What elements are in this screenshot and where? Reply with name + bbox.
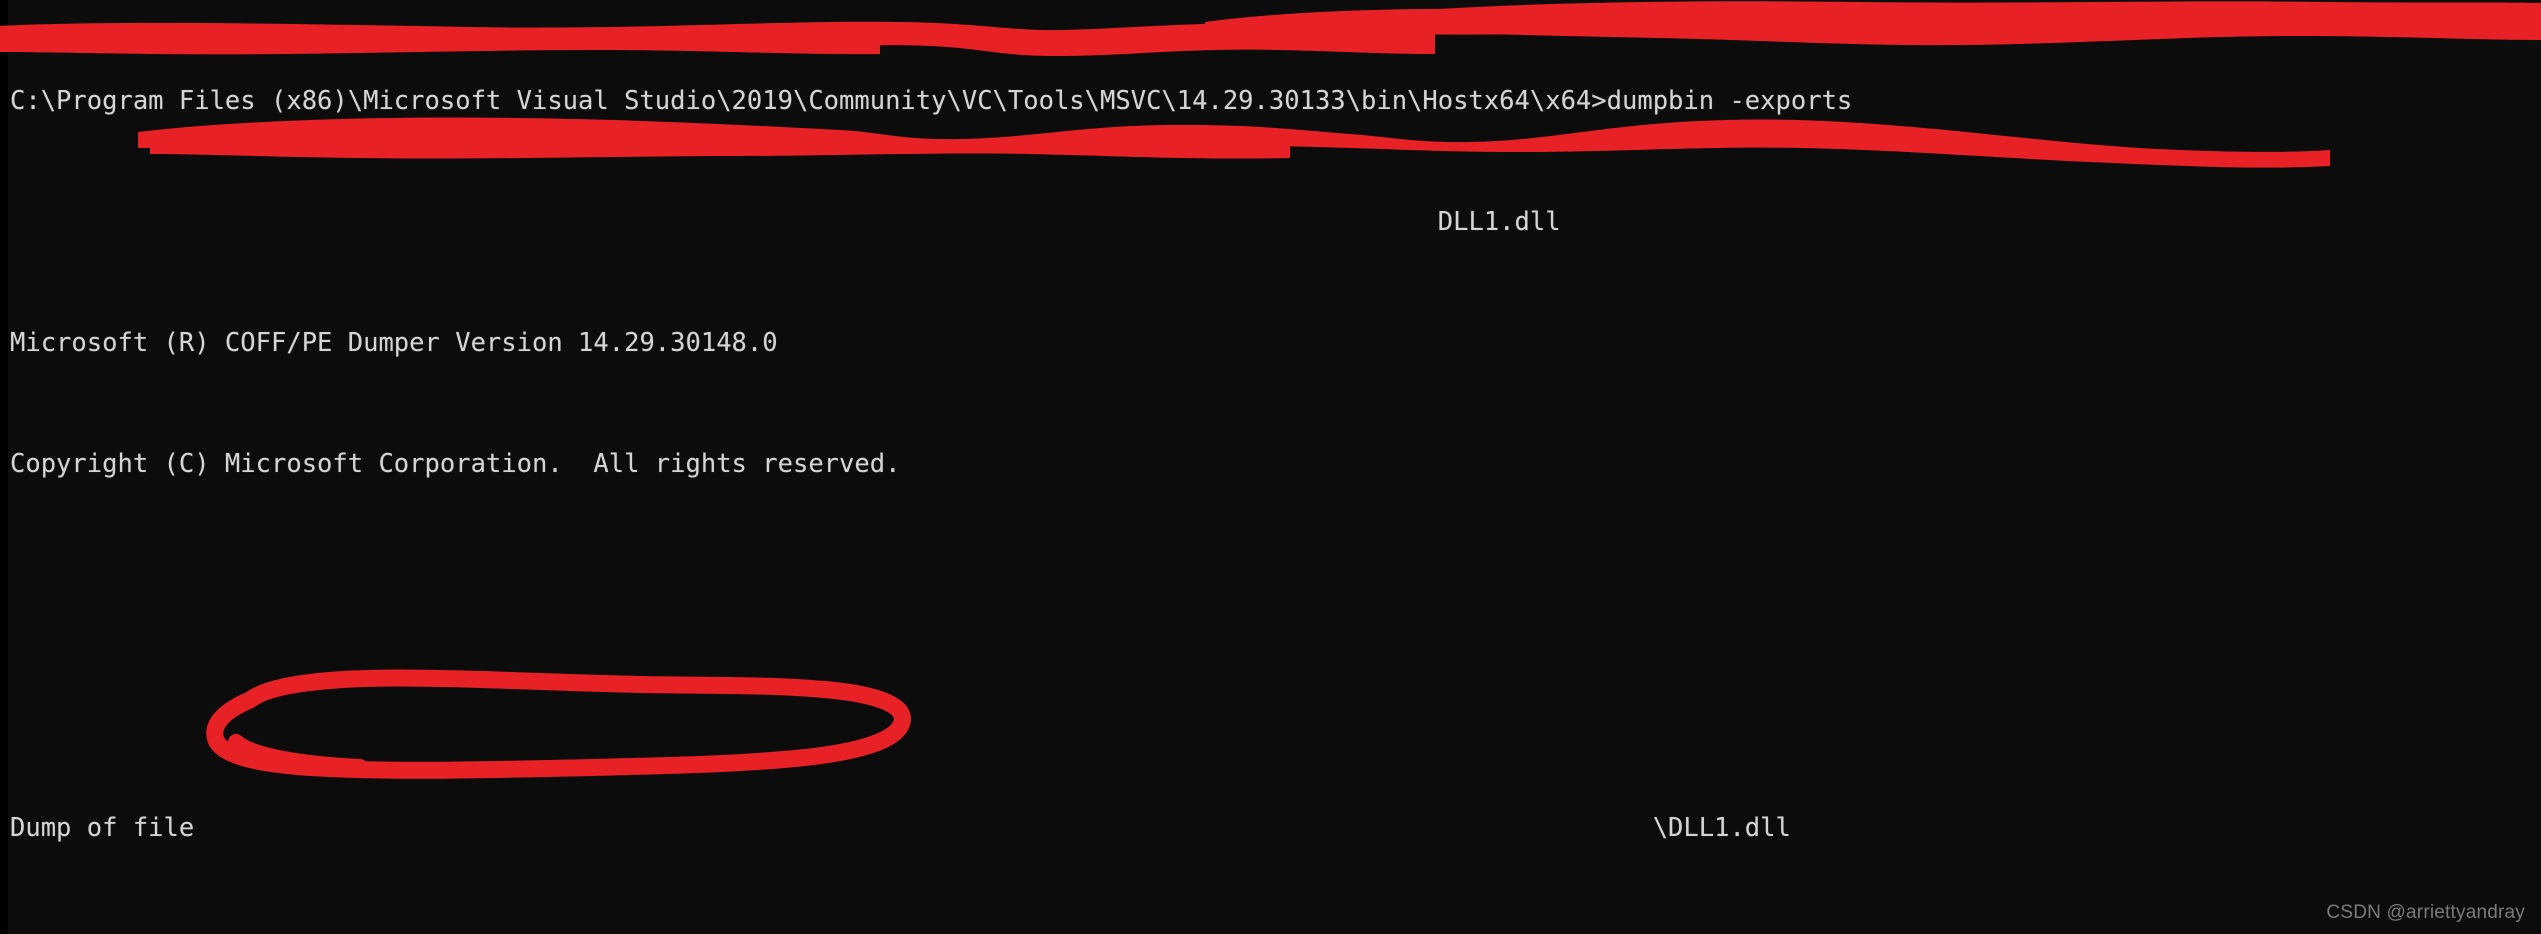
console-line: Microsoft (R) COFF/PE Dumper Version 14.… (10, 328, 778, 359)
terminal-window[interactable]: C:\Program Files (x86)\Microsoft Visual … (0, 0, 2541, 934)
watermark-credit: CSDN @arriettyandray (2326, 902, 2525, 923)
console-line: DLL1.dll (10, 207, 1561, 238)
console-output: C:\Program Files (x86)\Microsoft Visual … (10, 0, 2540, 934)
console-line: C:\Program Files (x86)\Microsoft Visual … (10, 85, 1853, 116)
console-line: Copyright (C) Microsoft Corporation. All… (10, 449, 901, 480)
terminal-left-gutter (0, 0, 8, 934)
console-line: Dump of file \DLL1.dll (10, 813, 1791, 844)
